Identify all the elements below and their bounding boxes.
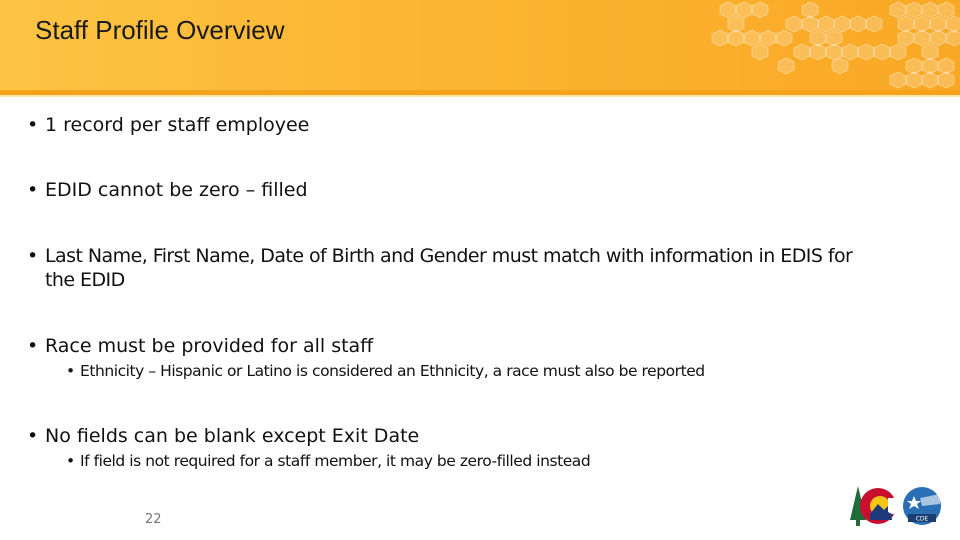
bullet-item: • No fields can be blank except Exit Dat… [27, 424, 419, 448]
sub-bullet-item: • Ethnicity – Hispanic or Latino is cons… [66, 361, 705, 381]
bullet-marker: • [27, 179, 39, 201]
bullet-item: • 1 record per staff employee [27, 113, 309, 137]
logos: CDE [850, 486, 941, 526]
bullet-text: Last Name, First Name, Date of Birth and… [45, 245, 853, 291]
colorado-logo [850, 486, 896, 526]
bullet-text: EDID cannot be zero – filled [45, 179, 308, 201]
bullet-item: • Last Name, First Name, Date of Birth a… [27, 244, 857, 292]
sub-bullet-text: If field is not required for a staff mem… [80, 452, 591, 470]
bullet-item: • Race must be provided for all staff [27, 334, 373, 358]
bullet-marker: • [27, 425, 39, 447]
bullet-marker: • [27, 335, 39, 357]
sub-bullet-text: Ethnicity – Hispanic or Latino is consid… [80, 362, 705, 380]
bullet-marker: • [27, 245, 39, 267]
bullet-marker: • [66, 452, 76, 470]
bullet-item: • EDID cannot be zero – filled [27, 178, 308, 202]
page-number: 22 [145, 512, 162, 527]
cde-text: CDE [916, 516, 929, 523]
bullet-text: 1 record per staff employee [45, 114, 310, 136]
bullet-marker: • [66, 362, 76, 380]
slide-body: • 1 record per staff employee • EDID can… [0, 0, 960, 540]
cde-logo: CDE [903, 487, 941, 525]
bullet-text: Race must be provided for all staff [45, 335, 374, 357]
bullet-text: No fields can be blank except Exit Date [45, 425, 420, 447]
sub-bullet-item: • If field is not required for a staff m… [66, 451, 591, 471]
bullet-marker: • [27, 114, 39, 136]
